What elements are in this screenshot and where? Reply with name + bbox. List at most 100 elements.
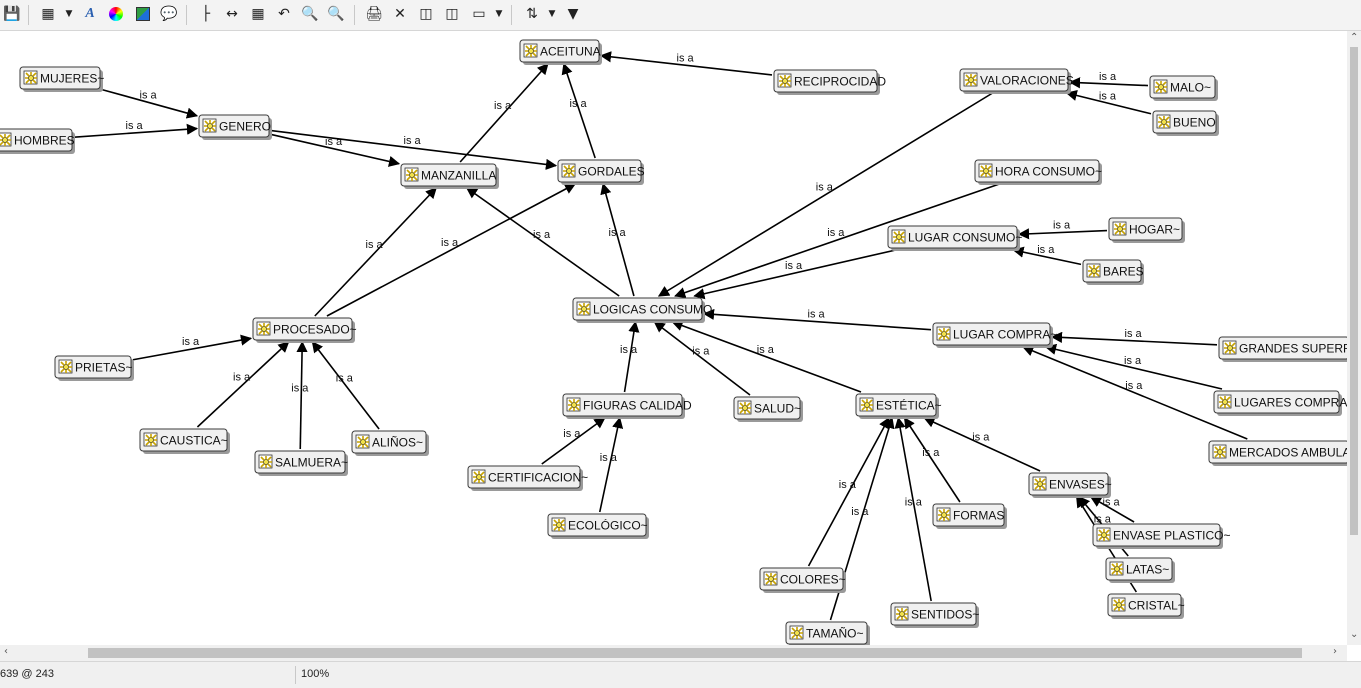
- scroll-right-icon[interactable]: ›: [1333, 646, 1337, 657]
- link-figuras_calidad-to-logicas_consumo[interactable]: is a: [620, 320, 640, 393]
- link-hombres-to-genero[interactable]: is a: [73, 120, 199, 138]
- concept-node-reciprocidad[interactable]: RECIPROCIDAD: [773, 69, 886, 95]
- concept-node-prietas[interactable]: PRIETAS~: [54, 355, 134, 381]
- scroll-down-icon[interactable]: ⌄: [1350, 629, 1358, 640]
- link-line[interactable]: [598, 416, 624, 513]
- link-lugar_compra-to-logicas_consumo[interactable]: is a: [702, 309, 932, 331]
- link-procesado-to-gordales[interactable]: is a: [326, 183, 577, 317]
- concept-node-alinos[interactable]: ALIÑOS~: [351, 430, 429, 456]
- link-salmuera-to-procesado[interactable]: is a: [291, 340, 309, 450]
- add-concept-icon[interactable]: ▦: [38, 4, 58, 24]
- link-bueno-to-valoraciones[interactable]: is a: [1065, 89, 1152, 115]
- concept-node-envases[interactable]: ENVASES~: [1028, 472, 1112, 498]
- link-alinos-to-procesado[interactable]: is a: [311, 341, 380, 430]
- link-line[interactable]: [807, 417, 890, 567]
- link-malo-to-valoraciones[interactable]: is a: [1068, 71, 1149, 89]
- link-caustica-to-procesado[interactable]: is a: [196, 341, 290, 428]
- concept-node-estetica[interactable]: ESTÉTICA~: [855, 393, 942, 419]
- horizontal-scroll-thumb[interactable]: [88, 648, 1302, 658]
- concept-node-colores[interactable]: COLORES~: [759, 567, 846, 593]
- concept-node-envase-plastico[interactable]: ENVASE PLASTICO~: [1092, 523, 1231, 549]
- link-logicas_consumo-to-gordales[interactable]: is a: [600, 182, 635, 297]
- color-wheel-icon[interactable]: [106, 4, 126, 24]
- concept-node-figuras-calidad[interactable]: FIGURAS CALIDAD: [562, 393, 692, 419]
- link-line[interactable]: [196, 341, 290, 428]
- link-nodes-icon[interactable]: ◫: [416, 4, 436, 24]
- vertical-scrollbar[interactable]: ⌃ ⌄: [1347, 31, 1361, 645]
- scroll-up-icon[interactable]: ⌃: [1350, 32, 1358, 43]
- concept-node-hogar[interactable]: HOGAR~: [1108, 217, 1185, 243]
- expand-width-icon[interactable]: ↔: [222, 4, 242, 24]
- zoom-in-icon[interactable]: 🔍: [326, 4, 346, 24]
- unlink-nodes-icon[interactable]: ◫: [442, 4, 462, 24]
- link-line[interactable]: [459, 63, 549, 163]
- link-colores-to-estetica[interactable]: is a: [807, 417, 890, 567]
- concept-map-canvas[interactable]: is a is a is a is a is a is a is a is a is a is a…: [0, 31, 1347, 645]
- concept-node-latas[interactable]: LATAS~: [1105, 557, 1175, 583]
- concept-node-grandes-superficies[interactable]: GRANDES SUPERFICI: [1218, 336, 1347, 362]
- link-sentidos-to-estetica[interactable]: is a: [894, 416, 932, 602]
- link-ecologico-to-figuras_calidad[interactable]: is a: [598, 416, 624, 513]
- font-icon[interactable]: A: [80, 4, 100, 24]
- concept-node-certificacion[interactable]: CERTIFICACION~: [467, 465, 588, 491]
- link-genero-to-gordales[interactable]: is a: [270, 129, 558, 170]
- link-line[interactable]: [296, 340, 308, 450]
- concept-node-mercados-ambulantes[interactable]: MERCADOS AMBULANT: [1208, 440, 1347, 466]
- link-line[interactable]: [314, 187, 437, 317]
- concept-node-bueno[interactable]: BUENO: [1152, 110, 1219, 136]
- concept-node-valoraciones[interactable]: VALORACIONES: [959, 68, 1074, 94]
- dropdown-arrow-icon[interactable]: ▼: [494, 4, 504, 24]
- link-hogar-to-lugar_consumo[interactable]: is a: [1017, 219, 1108, 240]
- link-manzanilla-to-aceituna[interactable]: is a: [459, 63, 549, 163]
- concept-node-mujeres[interactable]: MUJERES~: [19, 66, 104, 92]
- sort-icon[interactable]: ⇅: [522, 4, 542, 24]
- link-prietas-to-procesado[interactable]: is a: [132, 334, 253, 361]
- concept-node-lugar-compra[interactable]: LUGAR COMPRA~: [932, 322, 1057, 348]
- concept-node-genero[interactable]: GENERO: [198, 114, 272, 140]
- link-envases-to-estetica[interactable]: is a: [923, 417, 1041, 472]
- tree-layout-icon[interactable]: ├: [196, 4, 216, 24]
- concept-node-logicas-consumo[interactable]: LOGICAS CONSUMO: [572, 297, 712, 323]
- concept-node-caustica[interactable]: CAUSTICA~: [139, 428, 230, 454]
- dropdown-arrow-icon[interactable]: ▼: [64, 4, 74, 24]
- concept-node-salud[interactable]: SALUD~: [733, 396, 803, 422]
- link-line[interactable]: [311, 341, 380, 430]
- dropdown-arrow-icon[interactable]: ▼: [547, 4, 557, 24]
- concept-node-procesado[interactable]: PROCESADO~: [252, 317, 357, 343]
- print-icon[interactable]: 🖨: [364, 4, 384, 24]
- link-grandes_superficies-to-lugar_compra[interactable]: is a: [1050, 328, 1218, 346]
- concept-node-malo[interactable]: MALO~: [1149, 75, 1218, 101]
- vertical-scroll-thumb[interactable]: [1350, 47, 1358, 535]
- concept-node-lugares-compra[interactable]: LUGARES COMPRA: [1213, 390, 1347, 416]
- link-procesado-to-manzanilla[interactable]: is a: [314, 187, 437, 317]
- link-line[interactable]: [326, 183, 577, 317]
- link-reciprocidad-to-aceituna[interactable]: is a: [599, 51, 773, 76]
- link-logicas_consumo-to-manzanilla[interactable]: is a: [465, 187, 620, 297]
- image-icon[interactable]: [133, 4, 153, 24]
- save-icon[interactable]: 💾: [2, 4, 22, 24]
- link-mujeres-to-genero[interactable]: is a: [101, 88, 199, 119]
- link-line[interactable]: [623, 320, 640, 393]
- horizontal-scrollbar[interactable]: ‹ ›: [0, 645, 1347, 661]
- filter-icon[interactable]: ▼: [563, 4, 583, 24]
- link-gordales-to-aceituna[interactable]: is a: [561, 62, 596, 159]
- concept-node-gordales[interactable]: GORDALES: [557, 159, 645, 185]
- shape-icon[interactable]: ▭: [469, 4, 489, 24]
- link-line[interactable]: [465, 187, 620, 297]
- concept-node-tamano[interactable]: TAMAÑO~: [785, 621, 870, 645]
- grid-icon[interactable]: ▦: [248, 4, 268, 24]
- concept-node-salmuera[interactable]: SALMUERA~: [254, 450, 348, 476]
- concept-node-cristal[interactable]: CRISTAL~: [1107, 593, 1185, 619]
- link-line[interactable]: [561, 62, 596, 159]
- link-line[interactable]: [894, 416, 932, 602]
- concept-node-hora-consumo[interactable]: HORA CONSUMO~: [974, 159, 1102, 185]
- delete-icon[interactable]: ✕: [390, 4, 410, 24]
- link-line[interactable]: [600, 182, 635, 297]
- concept-node-formas[interactable]: FORMAS: [932, 503, 1007, 529]
- speech-bubble-icon[interactable]: 💬: [159, 4, 179, 24]
- concept-node-sentidos[interactable]: SENTIDOS~: [890, 602, 979, 628]
- link-certificacion-to-figuras_calidad[interactable]: is a: [541, 417, 606, 465]
- concept-node-manzanilla[interactable]: MANZANILLA: [400, 163, 499, 189]
- undo-icon[interactable]: ↶: [274, 4, 294, 24]
- zoom-out-icon[interactable]: 🔍: [300, 4, 320, 24]
